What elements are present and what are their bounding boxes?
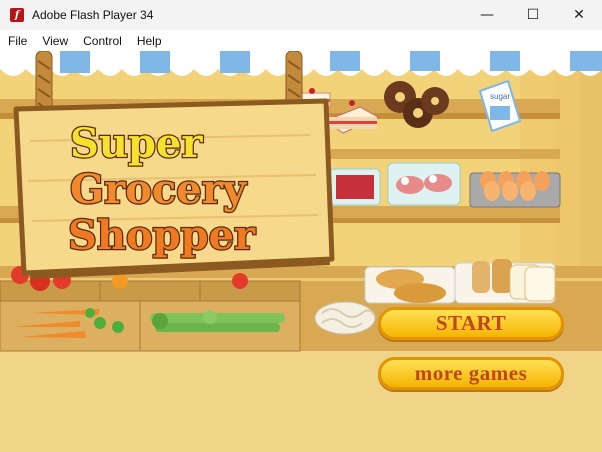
window-controls: — ☐ ✕	[464, 0, 602, 30]
egg-carton	[469, 171, 561, 208]
window-title: Adobe Flash Player 34	[32, 8, 154, 22]
close-button[interactable]: ✕	[556, 0, 602, 30]
flash-player-icon: f	[10, 8, 24, 22]
logo-line-grocery: Grocery	[70, 166, 248, 213]
logo-line-super: Super	[70, 120, 203, 167]
menu-control[interactable]: Control	[76, 34, 129, 48]
more-games-button[interactable]: more games	[378, 357, 564, 390]
middle-shelf-top	[300, 149, 560, 159]
grocery-store-scene: sugar Super Grocery Shopper	[0, 51, 602, 452]
noodles	[314, 301, 376, 335]
sugar-label: sugar	[490, 92, 510, 101]
game-stage[interactable]: sugar Super Grocery Shopper START more g…	[0, 51, 602, 452]
menu-help[interactable]: Help	[130, 34, 169, 48]
title-bar: f Adobe Flash Player 34 — ☐ ✕	[0, 0, 602, 30]
meat-trays	[329, 162, 461, 206]
menu-view[interactable]: View	[35, 34, 75, 48]
minimize-button[interactable]: —	[464, 0, 510, 30]
start-button[interactable]: START	[378, 307, 564, 340]
title-sign: Super Grocery Shopper	[13, 98, 335, 279]
menu-bar: File View Control Help	[0, 30, 602, 51]
logo-line-shopper: Shopper	[68, 212, 256, 259]
celery	[150, 310, 285, 332]
menu-file[interactable]: File	[1, 34, 34, 48]
maximize-button[interactable]: ☐	[510, 0, 556, 30]
